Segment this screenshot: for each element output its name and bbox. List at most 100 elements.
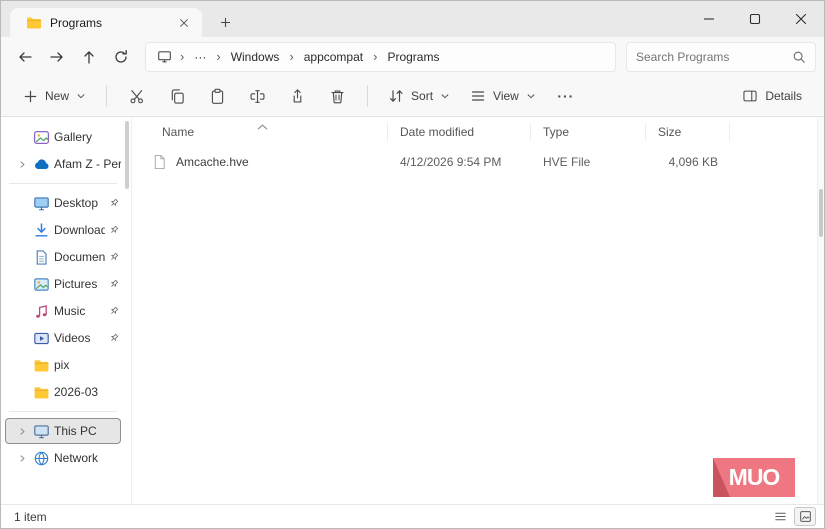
sidebar-item-label: Network (54, 451, 99, 465)
toolbar-divider (106, 85, 108, 107)
sidebar-item-this-pc[interactable]: This PC (5, 418, 121, 444)
file-type: HVE File (543, 154, 591, 169)
folder-icon (33, 384, 50, 401)
breadcrumb-item-programs[interactable]: Programs (380, 47, 446, 67)
search-input[interactable] (636, 49, 786, 64)
sidebar-item-label: Desktop (54, 196, 99, 210)
sidebar-item-label: Music (54, 304, 86, 318)
column-headers: Name Date modified Type Size (138, 120, 817, 144)
new-button-label: New (45, 89, 70, 103)
search-icon[interactable] (792, 50, 806, 64)
column-header-date-modified[interactable]: Date modified (388, 123, 531, 141)
thumbnail-view-icon (799, 511, 811, 522)
sidebar-item-downloads[interactable]: Downloads (5, 217, 121, 243)
details-pane-icon (742, 88, 758, 104)
back-button[interactable] (9, 42, 41, 72)
column-header-name[interactable]: Name (138, 123, 388, 141)
this-pc-icon[interactable] (152, 49, 177, 64)
breadcrumb-overflow[interactable]: ··· (187, 47, 213, 67)
toolbar-divider (367, 85, 369, 107)
forward-button[interactable] (41, 42, 73, 72)
sidebar-item-pix[interactable]: pix (5, 352, 121, 378)
sidebar-item-label: Downloads (54, 223, 105, 237)
more-options-button[interactable]: ··· (547, 80, 585, 112)
item-count: 1 item (14, 509, 47, 524)
view-button[interactable]: View (461, 80, 545, 112)
file-list-area: Name Date modified Type Size Amcache.hve… (132, 117, 817, 504)
sidebar-item-2026-03[interactable]: 2026-03 (5, 379, 121, 405)
file-icon (152, 154, 167, 170)
sidebar-item-gallery[interactable]: Gallery (5, 124, 121, 150)
pin-icon (109, 333, 121, 343)
pictures-icon (33, 276, 50, 293)
sidebar-item-music[interactable]: Music (5, 298, 121, 324)
muo-watermark-fold (713, 458, 730, 497)
command-toolbar: New Sort View ··· Details (1, 76, 824, 117)
address-bar[interactable]: › ··· › Windows › appcompat › Programs (145, 41, 616, 72)
gallery-icon (33, 129, 50, 146)
trash-icon (330, 89, 344, 103)
chevron-down-icon (76, 91, 86, 101)
pin-icon (109, 225, 121, 235)
sidebar-item-pictures[interactable]: Pictures (5, 271, 121, 297)
delete-button[interactable] (318, 80, 356, 112)
sidebar-item-videos[interactable]: Videos (5, 325, 121, 351)
refresh-button[interactable] (105, 42, 137, 72)
tab-close-button[interactable] (174, 13, 194, 33)
sidebar-item-onedrive[interactable]: Afam Z - Person (5, 151, 121, 177)
breadcrumb-chevron: › (180, 49, 185, 64)
sidebar-item-label: pix (54, 358, 70, 372)
details-pane-button[interactable]: Details (733, 80, 811, 112)
rename-icon (250, 89, 265, 103)
chevron-right-icon[interactable] (15, 452, 29, 464)
sidebar-item-label: Gallery (54, 130, 93, 144)
clipboard-icon (211, 88, 223, 104)
scissors-icon (130, 89, 143, 103)
new-tab-button[interactable] (210, 9, 240, 35)
file-row[interactable]: Amcache.hve 4/12/2026 9:54 PM HVE File 4… (138, 147, 817, 176)
maximize-button[interactable] (732, 1, 778, 37)
minimize-button[interactable] (686, 1, 732, 37)
navigation-pane: Gallery Afam Z - Person Desktop Download… (1, 117, 132, 504)
breadcrumb-chevron: › (289, 49, 294, 64)
network-icon (33, 450, 50, 467)
sidebar-item-desktop[interactable]: Desktop (5, 190, 121, 216)
explorer-body: Gallery Afam Z - Person Desktop Download… (1, 117, 824, 504)
chevron-down-icon (440, 91, 450, 101)
copy-button[interactable] (158, 80, 196, 112)
details-view-toggle[interactable] (769, 507, 791, 526)
titlebar: Programs (1, 1, 824, 37)
share-button[interactable] (278, 80, 316, 112)
content-scrollbar[interactable] (817, 117, 824, 504)
breadcrumb-item-windows[interactable]: Windows (224, 47, 287, 67)
muo-watermark-text: MUO (728, 464, 781, 490)
explorer-tab[interactable]: Programs (10, 8, 202, 37)
sidebar-item-label: Documents (54, 250, 105, 264)
view-toggles (769, 507, 816, 526)
sort-button[interactable]: Sort (379, 80, 459, 112)
close-button[interactable] (778, 1, 824, 37)
chevron-right-icon[interactable] (15, 425, 29, 437)
chevron-right-icon[interactable] (15, 158, 29, 170)
content-scrollbar-thumb[interactable] (819, 189, 823, 237)
column-header-size[interactable]: Size (646, 123, 730, 141)
status-bar: 1 item (1, 504, 824, 528)
copy-icon (171, 88, 184, 104)
new-button[interactable]: New (14, 80, 95, 112)
column-header-type[interactable]: Type (531, 123, 646, 141)
breadcrumb-item-appcompat[interactable]: appcompat (297, 47, 370, 67)
up-button[interactable] (73, 42, 105, 72)
cut-button[interactable] (118, 80, 156, 112)
sidebar-item-label: This PC (54, 424, 97, 438)
music-icon (33, 303, 50, 320)
rename-button[interactable] (238, 80, 276, 112)
paste-button[interactable] (198, 80, 236, 112)
sidebar-item-network[interactable]: Network (5, 445, 121, 471)
large-icons-view-toggle[interactable] (794, 507, 816, 526)
sidebar-scrollbar[interactable] (125, 121, 129, 189)
navigation-bar: › ··· › Windows › appcompat › Programs (1, 37, 824, 76)
breadcrumb-chevron: › (373, 49, 378, 64)
tab-title: Programs (50, 15, 103, 30)
sidebar-item-documents[interactable]: Documents (5, 244, 121, 270)
pin-icon (109, 306, 121, 316)
